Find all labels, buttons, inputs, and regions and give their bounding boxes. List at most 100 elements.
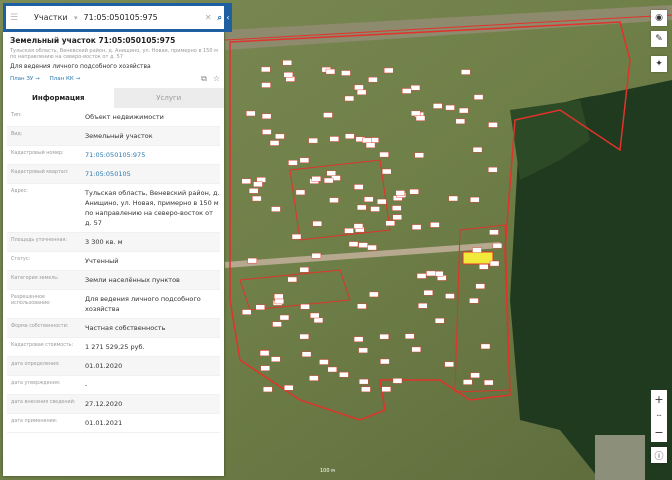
parcel-marker[interactable] [370, 206, 380, 212]
parcel-marker[interactable] [259, 350, 270, 356]
layers-button[interactable]: ◉ [651, 10, 667, 26]
parcel-marker[interactable] [445, 293, 455, 299]
parcel-marker[interactable] [311, 252, 322, 259]
parcel-marker[interactable] [455, 118, 466, 125]
parcel-marker[interactable] [269, 140, 280, 146]
parcel-marker[interactable] [311, 176, 321, 182]
parcel-marker[interactable] [392, 205, 402, 211]
search-icon[interactable]: ⌕ [218, 13, 222, 23]
parcel-marker[interactable] [411, 346, 421, 353]
parcel-marker[interactable] [253, 181, 263, 187]
zoom-out-button[interactable]: − [654, 426, 663, 439]
parcel-marker[interactable] [274, 293, 284, 300]
collapse-panel-button[interactable]: ‹ [224, 3, 232, 32]
parcel-marker[interactable] [383, 67, 394, 74]
parcel-marker[interactable] [430, 222, 440, 228]
parcel-marker[interactable] [301, 351, 312, 357]
tab-services[interactable]: Услуги [113, 88, 224, 108]
parcel-marker[interactable] [261, 113, 272, 120]
parcel-marker[interactable] [459, 107, 469, 114]
parcel-marker[interactable] [411, 110, 421, 117]
tab-info[interactable]: Информация [3, 88, 114, 108]
parcel-marker[interactable] [357, 303, 367, 310]
parcel-marker[interactable] [345, 133, 355, 139]
parcel-marker[interactable] [358, 242, 368, 248]
parcel-marker[interactable] [356, 204, 367, 211]
parcel-marker[interactable] [489, 260, 500, 267]
parcel-marker[interactable] [367, 244, 377, 251]
row-value[interactable]: 71:05:050105:975 [85, 150, 220, 160]
parcel-marker[interactable] [260, 365, 270, 371]
parcel-marker[interactable] [271, 356, 281, 362]
parcel-marker[interactable] [380, 358, 390, 365]
parcel-marker[interactable] [308, 137, 318, 144]
parcel-marker[interactable] [480, 343, 491, 350]
parcel-marker[interactable] [469, 298, 479, 304]
parcel-marker[interactable] [283, 72, 294, 78]
parcel-marker[interactable] [323, 177, 334, 184]
parcel-marker[interactable] [365, 142, 376, 148]
parcel-marker[interactable] [382, 168, 392, 175]
parcel-marker[interactable] [279, 314, 290, 321]
parcel-marker[interactable] [445, 104, 455, 111]
parcel-marker[interactable] [299, 157, 310, 163]
parcel-marker[interactable] [339, 371, 349, 378]
parcel-marker[interactable] [358, 347, 368, 354]
parcel-marker[interactable] [246, 110, 256, 117]
parcel-marker[interactable] [262, 129, 272, 135]
parcel-marker[interactable] [411, 224, 422, 230]
parcel-marker[interactable] [488, 122, 498, 128]
row-value[interactable]: 71:05:050105 [85, 169, 220, 179]
parcel-marker[interactable] [300, 303, 310, 310]
parcel-marker[interactable] [309, 375, 319, 381]
parcel-marker[interactable] [271, 206, 281, 212]
parcel-marker[interactable] [341, 70, 351, 76]
parcel-marker[interactable] [358, 378, 369, 385]
parcel-marker[interactable] [414, 152, 424, 158]
parcel-marker[interactable] [344, 228, 354, 234]
parcel-marker[interactable] [325, 68, 336, 75]
parcel-marker[interactable] [423, 290, 434, 296]
parcel-marker[interactable] [348, 241, 359, 247]
parcel-marker[interactable] [312, 220, 322, 227]
parcel-marker[interactable] [313, 317, 324, 324]
parcel-marker[interactable] [282, 60, 292, 66]
star-icon[interactable]: ☆ [213, 74, 220, 84]
parcel-marker[interactable] [448, 195, 458, 202]
parcel-marker[interactable] [426, 270, 436, 277]
parcel-marker[interactable] [392, 378, 403, 384]
parcel-marker[interactable] [274, 298, 285, 305]
parcel-marker[interactable] [287, 276, 298, 283]
plan-zu-link[interactable]: План ЗУ → [10, 76, 40, 82]
parcel-marker[interactable] [247, 257, 257, 264]
parcel-marker[interactable] [410, 85, 421, 91]
parcel-marker[interactable] [263, 386, 273, 393]
object-type-select[interactable]: Участки [34, 13, 74, 22]
parcel-marker[interactable] [299, 333, 309, 340]
info-button[interactable]: ⓘ [651, 447, 667, 463]
parcel-marker[interactable] [288, 160, 298, 166]
zoom-in-button[interactable]: + [654, 393, 663, 406]
parcel-marker[interactable] [319, 359, 329, 365]
parcel-marker[interactable] [241, 309, 252, 315]
parcel-marker[interactable] [404, 333, 415, 339]
parcel-marker[interactable] [272, 321, 282, 327]
parcel-marker[interactable] [379, 333, 389, 340]
parcel-marker[interactable] [492, 242, 503, 249]
parcel-marker[interactable] [418, 303, 428, 309]
parcel-marker[interactable] [392, 214, 402, 220]
parcel-marker[interactable] [354, 84, 364, 91]
parcel-marker[interactable] [395, 190, 405, 196]
parcel-marker[interactable] [353, 223, 364, 229]
parcel-marker[interactable] [275, 133, 285, 140]
parcel-marker[interactable] [472, 147, 483, 153]
parcel-marker[interactable] [379, 151, 389, 158]
parcel-marker[interactable] [402, 88, 412, 94]
parcel-marker[interactable] [444, 361, 454, 368]
parcel-marker[interactable] [354, 184, 364, 190]
parcel-marker[interactable] [362, 137, 372, 144]
parcel-marker[interactable] [261, 82, 271, 88]
parcel-marker[interactable] [432, 103, 443, 109]
parcel-marker[interactable] [248, 188, 259, 194]
parcel-marker[interactable] [353, 336, 364, 342]
